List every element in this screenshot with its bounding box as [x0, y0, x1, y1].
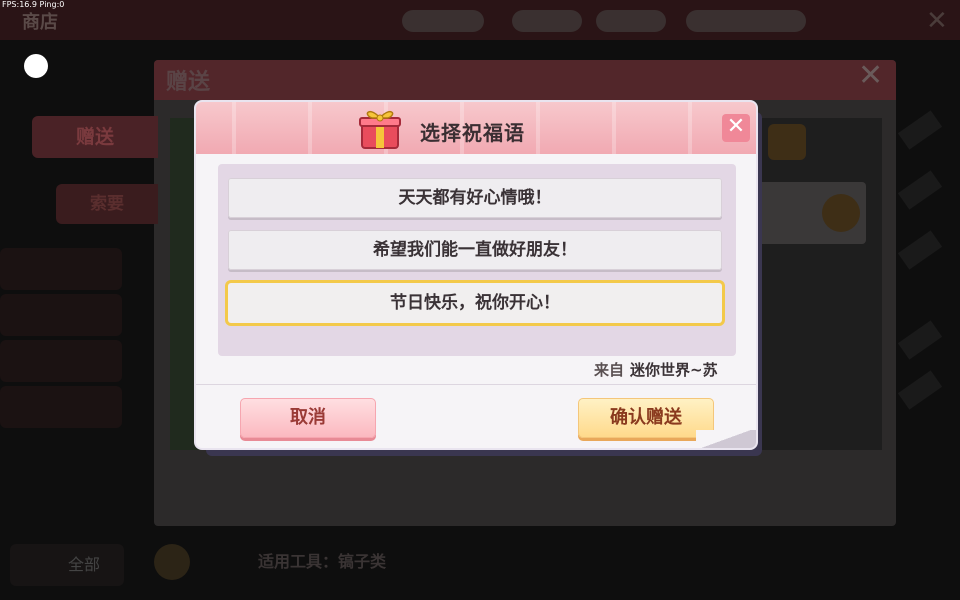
gift-window-close-icon[interactable]: ✕ [858, 58, 883, 93]
blessing-list: 天天都有好心情哦！ 希望我们能一直做好朋友！ 节日快乐，祝你开心！ [218, 164, 736, 356]
tab-send[interactable]: 赠送 [32, 116, 158, 158]
tool-icon [154, 544, 190, 580]
close-icon[interactable]: ✕ [722, 114, 750, 142]
confirm-send-button[interactable]: 确认赠送 [578, 398, 714, 438]
shop-category-tab[interactable] [0, 248, 122, 290]
divider [196, 384, 756, 385]
shop-title: 商店 [22, 12, 58, 33]
gift-window-title: 赠送 [166, 70, 211, 95]
blessing-dialog: 选择祝福语 ✕ 天天都有好心情哦！ 希望我们能一直做好朋友！ 节日快乐，祝你开心… [196, 102, 756, 448]
dialog-title: 选择祝福语 [420, 121, 525, 145]
tab-request[interactable]: 索要 [56, 184, 158, 224]
shop-category-tab[interactable] [0, 386, 122, 428]
tool-hint: 适用工具：镐子类 [258, 552, 387, 571]
weapon-icon [897, 110, 943, 150]
page-corner-fold [696, 430, 756, 448]
gift-icon [359, 110, 401, 149]
weapon-icon [897, 170, 943, 210]
search-icon[interactable] [768, 124, 806, 160]
send-gift-icon[interactable] [822, 194, 860, 232]
shop-category-tab[interactable] [0, 294, 122, 336]
blessing-option[interactable]: 天天都有好心情哦！ [228, 178, 722, 218]
sender-name: 迷你世界~苏 [630, 361, 718, 379]
all-filter-button[interactable]: 全部 [10, 544, 124, 586]
gem-counter [596, 10, 666, 32]
from-label: 来自 [594, 361, 625, 379]
coin-counter [512, 10, 582, 32]
weapon-icon [897, 320, 943, 360]
weapon-icon [897, 230, 943, 270]
star-counter [686, 10, 806, 32]
shop-close-icon[interactable]: ✕ [926, 6, 948, 36]
blessing-option[interactable]: 希望我们能一直做好朋友！ [228, 230, 722, 270]
gift-window-header [154, 60, 896, 100]
weapon-icon [897, 370, 943, 410]
touch-cursor-icon [24, 54, 48, 78]
resource-counter [402, 10, 484, 32]
shop-category-tab[interactable] [0, 340, 122, 382]
cancel-button[interactable]: 取消 [240, 398, 376, 438]
blessing-option-selected[interactable]: 节日快乐，祝你开心！ [228, 283, 722, 323]
